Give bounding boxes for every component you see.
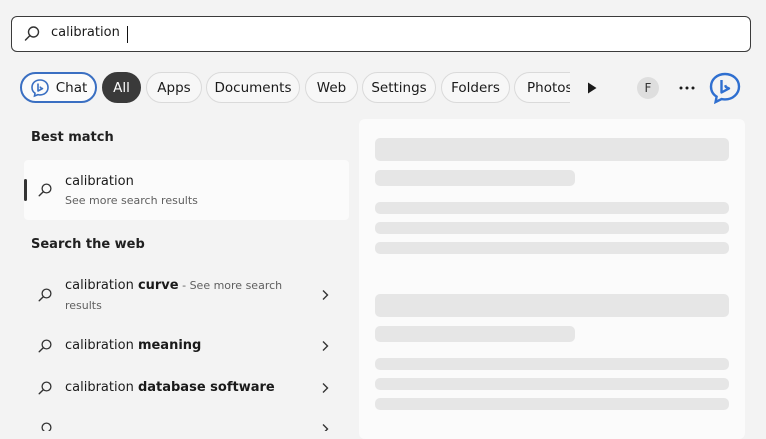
filter-all-button[interactable]: All — [102, 72, 141, 103]
web-result-item-partial[interactable] — [24, 419, 349, 431]
skeleton-bar — [375, 170, 575, 186]
avatar[interactable]: F — [637, 77, 659, 99]
web-result-keyword: curve — [137, 278, 179, 293]
skeleton-bar — [375, 398, 729, 410]
search-icon — [24, 26, 40, 41]
best-match-title: calibration — [65, 174, 134, 189]
web-result-keyword: database software — [137, 380, 275, 395]
web-result-prefix: calibration — [65, 380, 138, 395]
filter-settings-label: Settings — [371, 79, 427, 96]
filter-settings-button[interactable]: Settings — [362, 72, 436, 103]
filter-all-label: All — [113, 79, 130, 96]
bing-chat-icon — [30, 78, 49, 97]
skeleton-bar — [375, 242, 729, 254]
skeleton-bar — [375, 358, 729, 370]
search-icon — [41, 422, 52, 431]
chevron-right-icon[interactable] — [320, 289, 330, 301]
filter-photos-button[interactable]: Photos — [514, 72, 570, 103]
search-icon — [38, 288, 52, 302]
web-result-item[interactable]: calibration database software — [24, 378, 349, 400]
filter-apps-label: Apps — [157, 79, 191, 96]
best-match-subtitle: See more search results — [65, 194, 198, 207]
skeleton-bar — [375, 326, 575, 342]
text-cursor — [127, 26, 128, 43]
web-result-keyword: meaning — [137, 338, 202, 353]
selection-indicator — [24, 179, 27, 201]
chevron-right-icon[interactable] — [320, 423, 330, 431]
best-match-item[interactable]: calibration See more search results — [24, 160, 349, 220]
skeleton-bar — [375, 202, 729, 214]
web-result-prefix: calibration — [65, 278, 138, 293]
filter-chat-button[interactable]: Chat — [20, 72, 97, 103]
web-result-label: calibration database software — [65, 378, 295, 398]
filter-documents-button[interactable]: Documents — [206, 72, 300, 103]
avatar-initial: F — [644, 81, 652, 95]
web-result-item[interactable]: calibration meaning — [24, 336, 349, 358]
search-icon — [38, 339, 52, 353]
search-web-heading: Search the web — [31, 237, 145, 252]
search-box[interactable]: calibration — [11, 16, 751, 52]
skeleton-bar — [375, 378, 729, 390]
skeleton-bar — [375, 138, 729, 161]
search-icon — [38, 381, 52, 395]
filter-documents-label: Documents — [214, 79, 292, 96]
filter-apps-button[interactable]: Apps — [146, 72, 202, 103]
play-arrow-icon[interactable] — [584, 80, 600, 96]
chevron-right-icon[interactable] — [320, 382, 330, 394]
filter-folders-button[interactable]: Folders — [441, 72, 510, 103]
search-input[interactable]: calibration — [51, 25, 120, 40]
web-result-item[interactable]: calibration curve - See more search resu… — [24, 276, 349, 316]
web-result-prefix: calibration — [65, 338, 138, 353]
filter-chat-label: Chat — [55, 79, 88, 96]
filter-folders-label: Folders — [451, 79, 500, 96]
best-match-heading: Best match — [31, 130, 114, 145]
filter-web-label: Web — [316, 79, 347, 96]
more-options-icon[interactable] — [676, 79, 698, 97]
search-icon — [38, 183, 52, 197]
filter-photos-label: Photos — [527, 79, 570, 96]
web-result-label: calibration curve - See more search resu… — [65, 276, 295, 316]
preview-pane — [359, 119, 745, 439]
chevron-right-icon[interactable] — [320, 340, 330, 352]
skeleton-bar — [375, 294, 729, 317]
filter-web-button[interactable]: Web — [305, 72, 358, 103]
web-result-label: calibration meaning — [65, 336, 295, 356]
bing-icon[interactable] — [709, 72, 741, 104]
skeleton-bar — [375, 222, 729, 234]
